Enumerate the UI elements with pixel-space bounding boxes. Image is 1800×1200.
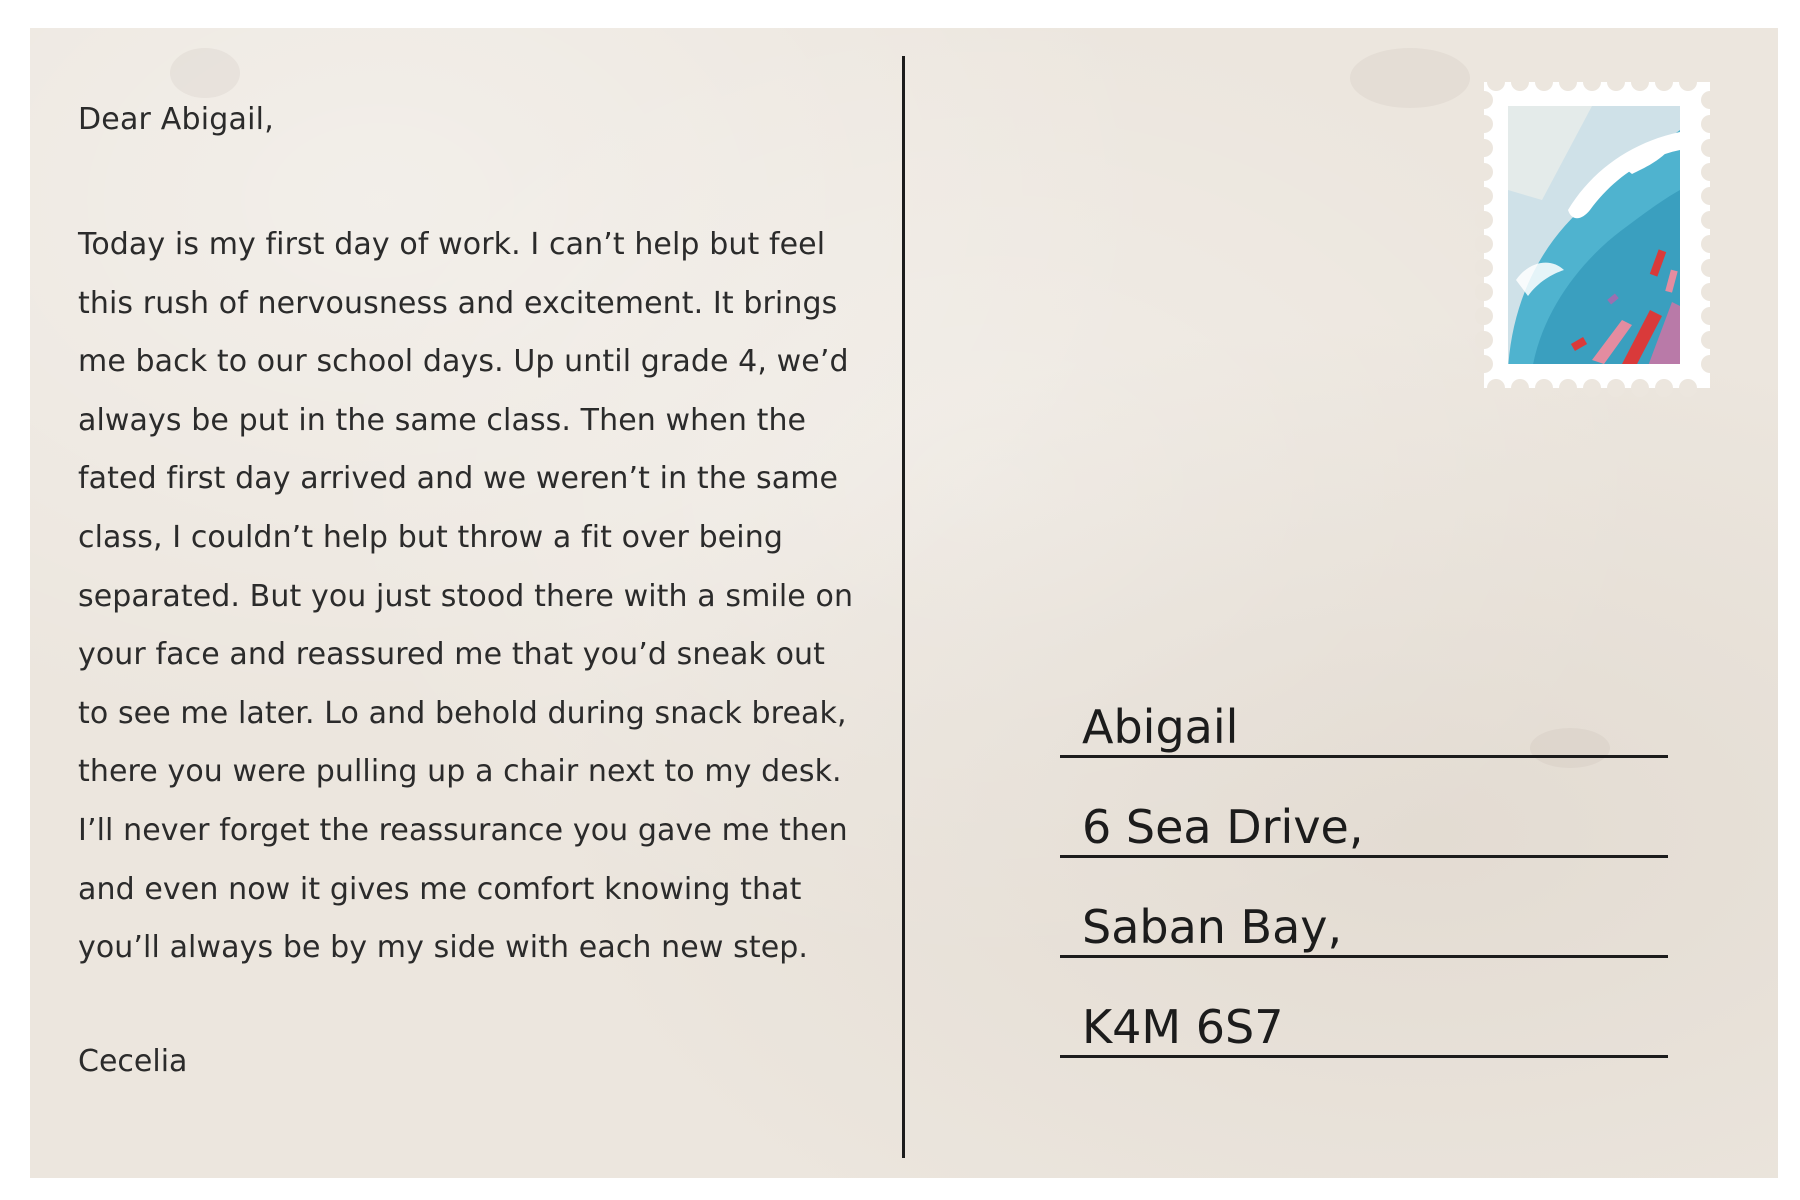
stamp-perforation [1701, 307, 1719, 325]
stamp-perforation [1701, 91, 1719, 109]
stamp-perforation [1583, 73, 1601, 91]
stamp-perforation [1475, 307, 1493, 325]
address-postal-code: K4M 6S7 [1082, 1000, 1284, 1054]
address-line: K4M 6S7 [1060, 958, 1668, 1058]
wave-stamp-icon [1472, 70, 1722, 400]
paper-stain [170, 48, 240, 98]
stamp-perforation [1559, 379, 1577, 397]
stamp-perforation [1475, 259, 1493, 277]
letter-greeting: Dear Abigail, [78, 102, 274, 137]
address-street: 6 Sea Drive, [1082, 800, 1364, 854]
stamp-perforation [1701, 211, 1719, 229]
stamp-perforation [1701, 331, 1719, 349]
stamp-perforation [1535, 73, 1553, 91]
stamp-perforation [1535, 379, 1553, 397]
stamp-perforation [1701, 235, 1719, 253]
recipient-address: Abigail 6 Sea Drive, Saban Bay, K4M 6S7 [1060, 658, 1668, 1058]
stamp-perforation [1511, 379, 1529, 397]
stamp-perforation [1701, 283, 1719, 301]
stamp-perforation [1655, 379, 1673, 397]
stamp-perforation [1475, 187, 1493, 205]
stamp-perforation [1559, 73, 1577, 91]
letter-body: Today is my first day of work. I can’t h… [78, 227, 854, 966]
stamp-perforation [1475, 235, 1493, 253]
address-line: Saban Bay, [1060, 858, 1668, 958]
stamp-perforation [1487, 73, 1505, 91]
stamp-graphic [1475, 73, 1719, 397]
stamp-perforation [1607, 379, 1625, 397]
stamp-perforation [1487, 379, 1505, 397]
stamp-perforation [1631, 379, 1649, 397]
stamp-perforation [1701, 187, 1719, 205]
address-line: 6 Sea Drive, [1060, 758, 1668, 858]
address-line: Abigail [1060, 658, 1668, 758]
stamp-perforation [1475, 91, 1493, 109]
address-name: Abigail [1082, 700, 1239, 754]
postcard: Dear Abigail, Today is my first day of w… [30, 28, 1778, 1178]
stamp-perforation [1679, 73, 1697, 91]
stamp-perforation [1475, 163, 1493, 181]
stamp-perforation [1701, 115, 1719, 133]
letter-message: Dear Abigail, Today is my first day of w… [78, 100, 868, 1082]
center-divider [902, 56, 905, 1158]
stamp-perforation [1475, 283, 1493, 301]
stamp-perforation [1511, 73, 1529, 91]
stamp-perforation [1475, 211, 1493, 229]
stamp-perforation [1655, 73, 1673, 91]
stamp-perforation [1631, 73, 1649, 91]
stamp-perforation [1701, 163, 1719, 181]
stamp-perforation [1701, 355, 1719, 373]
stamp-perforation [1475, 331, 1493, 349]
paper-stain [1350, 48, 1470, 108]
address-city: Saban Bay, [1082, 900, 1343, 954]
stamp-perforation [1701, 259, 1719, 277]
stamp-perforation [1475, 115, 1493, 133]
stamp-perforation [1679, 379, 1697, 397]
stamp-perforation [1701, 139, 1719, 157]
letter-signature: Cecelia [78, 1043, 188, 1079]
stamp-perforation [1583, 379, 1601, 397]
stamp-perforation [1475, 355, 1493, 373]
stamp-perforation [1475, 139, 1493, 157]
stamp-perforation [1607, 73, 1625, 91]
